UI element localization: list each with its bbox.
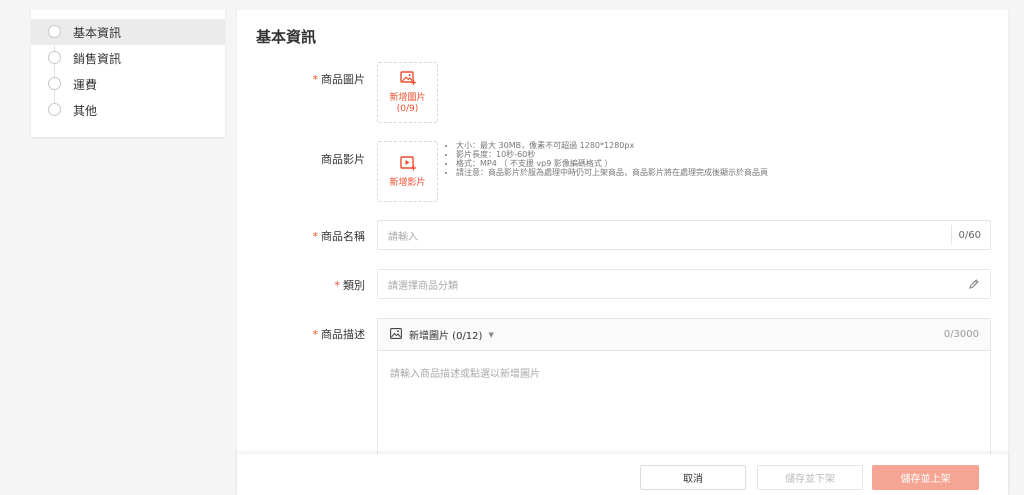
product-name-input[interactable]: 請輸入 0/60: [377, 220, 991, 250]
sidebar-item-shipping[interactable]: 運費: [31, 71, 225, 97]
sidebar-item-basic-info[interactable]: 基本資訊: [31, 19, 225, 45]
category-label: * 類別: [334, 279, 366, 292]
sidebar-item-label: 銷售資訊: [73, 51, 122, 66]
required-asterisk: *: [312, 230, 319, 243]
nav-dot-icon: [48, 77, 61, 90]
image-count: (0/9): [396, 104, 419, 114]
add-image-button[interactable]: 新增圖片 (0/9): [377, 62, 438, 123]
chevron-down-icon[interactable]: ▼: [488, 331, 493, 339]
image-add-icon: [399, 70, 416, 93]
product-name-label: * 商品名稱: [312, 230, 366, 243]
sidebar-item-sales-info[interactable]: 銷售資訊: [31, 45, 225, 71]
product-video-label: 商品影片: [321, 153, 365, 166]
editor-toolbar: 新增圖片 (0/12) ▼ 0/3000: [378, 319, 990, 351]
video-requirements-list: 大小：最大 30MB，像素不可超過 1280*1280px 影片長度：10秒-6…: [446, 141, 768, 177]
video-hint-size: 大小：最大 30MB，像素不可超過 1280*1280px: [456, 141, 768, 150]
required-asterisk: *: [312, 73, 319, 86]
nav-dot-icon: [48, 25, 61, 38]
sidebar-item-label: 運費: [73, 77, 98, 92]
add-image-text: 新增圖片: [389, 93, 426, 103]
cancel-button[interactable]: 取消: [640, 465, 746, 490]
video-hint-length: 影片長度：10秒-60秒: [456, 150, 768, 159]
pencil-icon[interactable]: [968, 278, 980, 293]
description-placeholder: 請輸入商品描述或點選以新增圖片: [390, 369, 540, 380]
sidebar-item-others[interactable]: 其他: [31, 97, 225, 123]
section-nav-sidebar: 基本資訊 銷售資訊 運費 其他: [31, 10, 225, 137]
picture-icon[interactable]: [390, 327, 402, 342]
product-name-placeholder: 請輸入: [388, 231, 418, 243]
add-video-text: 新增影片: [389, 177, 426, 188]
sidebar-item-label: 基本資訊: [73, 25, 122, 40]
category-selector[interactable]: 請選擇商品分類: [377, 269, 991, 299]
add-description-image-button[interactable]: 新增圖片 (0/12): [409, 327, 482, 342]
video-hint-format: 格式：MP4 （ 不支援 vp9 影像編碼格式 ）: [456, 159, 768, 168]
add-video-button[interactable]: 新增影片: [377, 141, 438, 202]
description-label: * 商品描述: [312, 328, 366, 341]
video-hint-note: 請注意：商品影片於服為處理中時仍可上架商品，商品影片將在處理完成後顯示於商品頁: [456, 168, 768, 177]
save-and-delist-button[interactable]: 儲存並下架: [757, 465, 863, 490]
nav-dot-icon: [48, 51, 61, 64]
category-placeholder: 請選擇商品分類: [388, 280, 458, 292]
video-add-icon: [399, 155, 416, 178]
description-textarea[interactable]: 請輸入商品描述或點選以新增圖片: [378, 351, 990, 394]
save-and-publish-button[interactable]: 儲存並上架: [872, 465, 979, 490]
basic-info-panel: 基本資訊 *商品圖片 新增圖片 (0/9) 商品影片 新增影片 大小：最大: [237, 10, 1008, 495]
required-asterisk: *: [312, 328, 319, 341]
description-char-counter: 0/3000: [943, 329, 979, 340]
required-asterisk: *: [334, 279, 341, 292]
name-char-counter: 0/60: [950, 225, 990, 245]
product-images-label: * 商品圖片: [312, 73, 366, 86]
page-title: 基本資訊: [256, 28, 317, 46]
action-footer: 取消 儲存並下架 儲存並上架: [237, 454, 1008, 495]
sidebar-item-label: 其他: [73, 103, 98, 118]
nav-dot-icon: [48, 103, 61, 116]
